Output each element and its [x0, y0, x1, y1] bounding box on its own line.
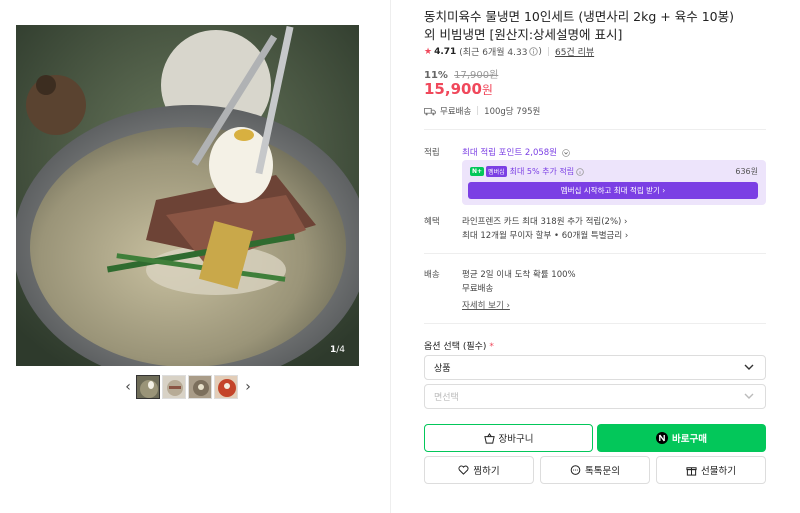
image-counter: 1/4 [329, 345, 345, 355]
basket-icon [483, 432, 495, 444]
review-link[interactable]: 65건 리뷰 [555, 45, 594, 58]
wishlist-button[interactable]: 찜하기 [424, 456, 534, 484]
noodle-option-select[interactable]: 면선택 [424, 384, 766, 409]
delivery-label: 배송 [424, 270, 440, 280]
delivery-fee: 무료배송 [462, 284, 494, 294]
chat-bubble-icon [570, 464, 581, 475]
benefits-label: 혜택 [424, 217, 440, 227]
options-heading: 옵션 선택 (필수) * [424, 342, 494, 352]
membership-point-box: N+ 멤버십 최대 5% 추가 적립 636원 멤버십 시작하고 최대 적립 받… [462, 160, 766, 205]
naengmyeon-photo [16, 25, 359, 366]
extra-points-amount: 636원 [735, 167, 758, 176]
membership-start-button[interactable]: 멤버십 시작하고 최대 적립 받기 › [468, 182, 758, 199]
extra-points-text: 최대 5% 추가 적립 [509, 167, 575, 176]
divider: | [476, 106, 480, 116]
add-to-cart-button[interactable]: 장바구니 [424, 424, 593, 452]
shipping-row: 무료배송 | 100g당 795원 [424, 105, 540, 117]
naver-plus-badge: N+ [470, 167, 485, 176]
prev-image-button[interactable]: ‹ [120, 375, 136, 399]
talktalk-inquiry-button[interactable]: 톡톡문의 [540, 456, 650, 484]
column-divider [390, 0, 391, 513]
info-icon[interactable] [529, 47, 539, 56]
gift-button[interactable]: 선물하기 [656, 456, 766, 484]
membership-badge: 멤버십 [486, 166, 507, 177]
chevron-down-icon [744, 393, 754, 399]
thumbnail-1[interactable] [136, 375, 160, 399]
thumbnail-4[interactable] [214, 375, 238, 399]
thumbnail-strip: ‹ › [120, 375, 256, 399]
divider-line [424, 129, 766, 130]
info-icon[interactable] [576, 167, 584, 176]
sale-price: 15,900원 [424, 80, 493, 98]
product-option-select[interactable]: 상품 [424, 355, 766, 380]
installment-link[interactable]: 최대 12개월 무이자 할부 • 60개월 특별금리 › [462, 229, 628, 241]
max-points-dropdown[interactable]: 최대 적립 포인트 2,058원 [462, 146, 570, 158]
next-image-button[interactable]: › [240, 375, 256, 399]
buy-now-button[interactable]: 바로구매 [597, 424, 766, 452]
points-label: 적립 [424, 148, 440, 158]
gallery: 1/4 ‹ › [0, 0, 392, 513]
card-benefit-link[interactable]: 라인프렌즈 카드 최대 318원 추가 적립(2%) › [462, 215, 627, 227]
free-shipping-text: 무료배송 [440, 107, 472, 117]
delivery-detail-link[interactable]: 자세히 보기 › [462, 299, 510, 311]
chevron-down-icon [744, 364, 754, 370]
thumbnail-2[interactable] [162, 375, 186, 399]
divider-line [424, 323, 766, 324]
star-icon: ★ [424, 46, 433, 57]
product-info: 동치미육수 물냉면 10인세트 (냉면사리 2kg + 육수 10봉) 외 비빔… [424, 0, 768, 513]
divider: | [546, 46, 550, 57]
chevron-down-icon [561, 148, 570, 157]
product-title: 동치미육수 물냉면 10인세트 (냉면사리 2kg + 육수 10봉) 외 비빔… [424, 9, 734, 42]
membership-row: N+ 멤버십 최대 5% 추가 적립 636원 [470, 166, 758, 177]
delivery-eta: 평균 2일 이내 도착 확률 100% [462, 270, 576, 280]
discount-row: 11% 17,900원 [424, 66, 498, 81]
rating-detail: (최근 6개월 4.33 [459, 48, 528, 58]
rating-score: 4.71 [434, 46, 457, 57]
naver-pay-icon [656, 432, 669, 444]
heart-icon [458, 465, 469, 475]
thumbnail-3[interactable] [188, 375, 212, 399]
gift-icon [686, 466, 697, 476]
truck-icon [424, 107, 436, 115]
divider-line [424, 253, 766, 254]
unit-price: 100g당 795원 [484, 107, 541, 117]
product-main-image[interactable]: 1/4 [16, 25, 359, 366]
rating-row: ★ 4.71 (최근 6개월 4.33 ) | 65건 리뷰 [424, 45, 595, 59]
